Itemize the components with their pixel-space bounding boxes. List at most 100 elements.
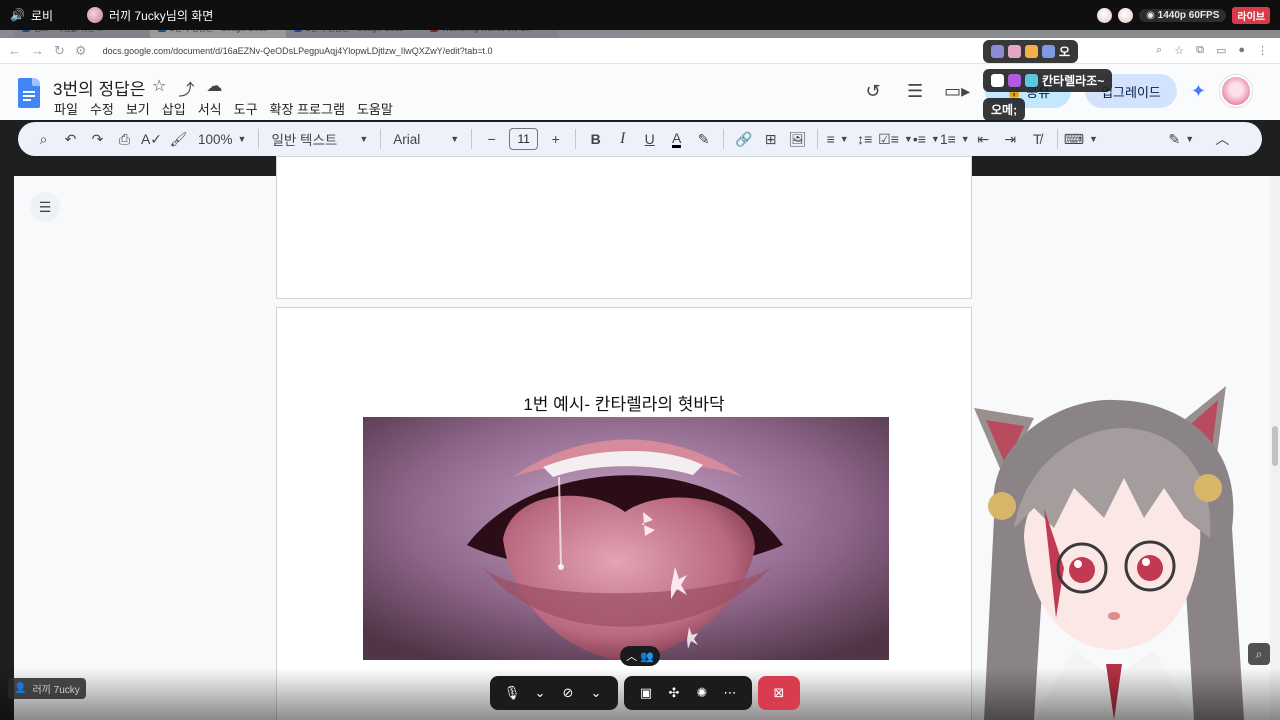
print-icon[interactable]: ⎙	[111, 126, 138, 152]
reactions-button[interactable]: ︿ 👥	[620, 646, 660, 666]
text-color-button[interactable]: A	[663, 126, 690, 152]
docs-logo-icon[interactable]	[18, 78, 40, 108]
font-size-input[interactable]: 11	[509, 128, 539, 150]
paint-format-icon[interactable]: 🖌	[165, 126, 192, 152]
italic-button[interactable]: I	[609, 126, 636, 152]
chevron-down-icon: ▼	[450, 134, 460, 144]
chevron-down-icon: ▼	[237, 134, 247, 144]
history-icon[interactable]: ↺	[859, 81, 887, 102]
image-caption: 1번 예시- 칸타렐라의 혓바닥	[523, 395, 725, 414]
forward-icon[interactable]: →	[31, 43, 44, 58]
zoom-select[interactable]: 100% ▼	[192, 126, 252, 152]
decrease-indent-icon[interactable]: ⇤	[970, 126, 997, 152]
move-icon[interactable]: ⤴	[178, 76, 194, 100]
menu-file[interactable]: 파일	[54, 99, 78, 118]
scrollbar-thumb[interactable]	[1272, 426, 1278, 466]
style-select[interactable]: 일반 텍스트 ▼	[265, 126, 374, 152]
decrease-font-size-button[interactable]: −	[478, 126, 505, 152]
menu-view[interactable]: 보기	[126, 99, 150, 118]
site-info-icon[interactable]: ⚙	[75, 43, 87, 59]
camera-off-icon[interactable]: ⊘	[556, 685, 580, 701]
menu-format[interactable]: 서식	[198, 99, 222, 118]
meet-icon[interactable]: ▭▸	[943, 81, 971, 102]
mouth-illustration	[363, 417, 889, 660]
chevron-down-icon: ▼	[839, 134, 849, 144]
undo-icon[interactable]: ↶	[57, 126, 84, 152]
highlight-icon[interactable]: ✎	[690, 126, 717, 152]
add-comment-icon[interactable]: ⊞	[757, 126, 784, 152]
share-controls: ▣ ✣ ✺ ⋯	[624, 676, 752, 710]
viewer-avatar[interactable]	[1118, 8, 1134, 23]
increase-font-size-button[interactable]: +	[542, 126, 569, 152]
menu-insert[interactable]: 삽입	[162, 99, 186, 118]
star-icon[interactable]: ☆	[152, 76, 166, 100]
search-icon[interactable]: ⌕	[30, 126, 57, 152]
redo-icon[interactable]: ↷	[84, 126, 111, 152]
document-title[interactable]: 3번의 정답은	[53, 75, 145, 100]
more-icon[interactable]: ⋯	[718, 685, 742, 701]
chat-overlay: 오 칸타렐라조~ 오메;	[983, 40, 1113, 121]
gemini-icon[interactable]: ✦	[1191, 81, 1206, 102]
menu-help[interactable]: 도움말	[357, 99, 393, 118]
audio-video-controls: 🎙 ⌄ ⊘ ⌄	[490, 676, 618, 710]
menu-edit[interactable]: 수정	[90, 99, 114, 118]
speaker-icon[interactable]: 🔊	[10, 8, 25, 22]
emote-icon	[991, 74, 1004, 87]
checklist-icon[interactable]: ☑≡ ▼	[878, 126, 913, 152]
divider	[1056, 129, 1058, 149]
avatar	[87, 7, 104, 23]
divider	[575, 129, 577, 149]
bulleted-list-icon[interactable]: •≡ ▼	[913, 126, 940, 152]
extension-icon[interactable]: ⧉	[1196, 44, 1204, 57]
link-icon[interactable]: 🔗	[730, 126, 757, 152]
bold-button[interactable]: B	[582, 126, 609, 152]
divider	[723, 129, 725, 149]
increase-indent-icon[interactable]: ⇥	[997, 126, 1024, 152]
add-user-icon[interactable]: 👤	[14, 683, 26, 694]
microphone-icon[interactable]: 🎙	[500, 685, 524, 701]
insert-image-icon[interactable]: 🖼	[784, 126, 811, 152]
chevron-down-icon: ▼	[903, 134, 913, 144]
scrollbar[interactable]	[1270, 176, 1280, 720]
reload-icon[interactable]: ↻	[54, 43, 65, 59]
collapse-toolbar-icon[interactable]: ︿	[1209, 126, 1236, 152]
zoom-icon[interactable]: ⌕	[1248, 643, 1270, 665]
comments-icon[interactable]: ☰	[901, 81, 929, 102]
star-icon[interactable]: ☆	[1174, 44, 1184, 57]
sidebar-icon[interactable]: ▭	[1216, 44, 1226, 57]
emote-icon	[991, 45, 1004, 58]
room-label[interactable]: 로비	[31, 7, 53, 24]
menu-tools[interactable]: 도구	[234, 99, 258, 118]
soundboard-icon[interactable]: ✺	[690, 685, 714, 701]
url-field[interactable]: docs.google.com/document/d/16aEZNv-QeODs…	[103, 46, 493, 56]
avatar[interactable]	[1220, 75, 1252, 107]
spellcheck-icon[interactable]: A✓	[138, 126, 165, 152]
profile-icon[interactable]: ●	[1238, 44, 1245, 57]
font-select[interactable]: Arial ▼	[387, 126, 465, 152]
chevron-down-icon[interactable]: ⌄	[584, 685, 608, 701]
menu-extensions[interactable]: 확장 프로그램	[270, 99, 345, 118]
numbered-list-icon[interactable]: 1≡ ▼	[940, 126, 970, 152]
activities-icon[interactable]: ✣	[662, 685, 686, 701]
back-icon[interactable]: ←	[8, 43, 21, 58]
editing-mode-icon[interactable]: ✎ ▼	[1168, 126, 1195, 152]
underline-button[interactable]: U	[636, 126, 663, 152]
zoom-icon[interactable]: ⌕	[1156, 44, 1162, 57]
document-outline-icon[interactable]: ☰	[30, 192, 60, 222]
chevron-down-icon[interactable]: ⌄	[528, 685, 552, 701]
menu-icon[interactable]: ⋮	[1257, 44, 1268, 57]
clear-formatting-icon[interactable]: T̸	[1024, 126, 1051, 152]
document-page[interactable]	[276, 156, 972, 299]
host-tag: 👤 러끼 7ucky	[8, 678, 86, 699]
line-spacing-icon[interactable]: ↕≡	[851, 126, 878, 152]
screen-share-icon[interactable]: ▣	[634, 685, 658, 701]
viewer-avatar[interactable]	[1097, 8, 1113, 23]
chevron-up-icon: ︿	[626, 651, 638, 663]
align-icon[interactable]: ≡ ▼	[824, 126, 851, 152]
emote-icon	[1025, 74, 1038, 87]
embedded-image[interactable]	[363, 417, 889, 660]
cloud-status-icon[interactable]: ☁	[206, 76, 222, 100]
input-tools-icon[interactable]: ⌨ ▼	[1064, 126, 1098, 152]
end-call-button[interactable]: ⊠	[758, 676, 800, 710]
divider	[380, 129, 382, 149]
